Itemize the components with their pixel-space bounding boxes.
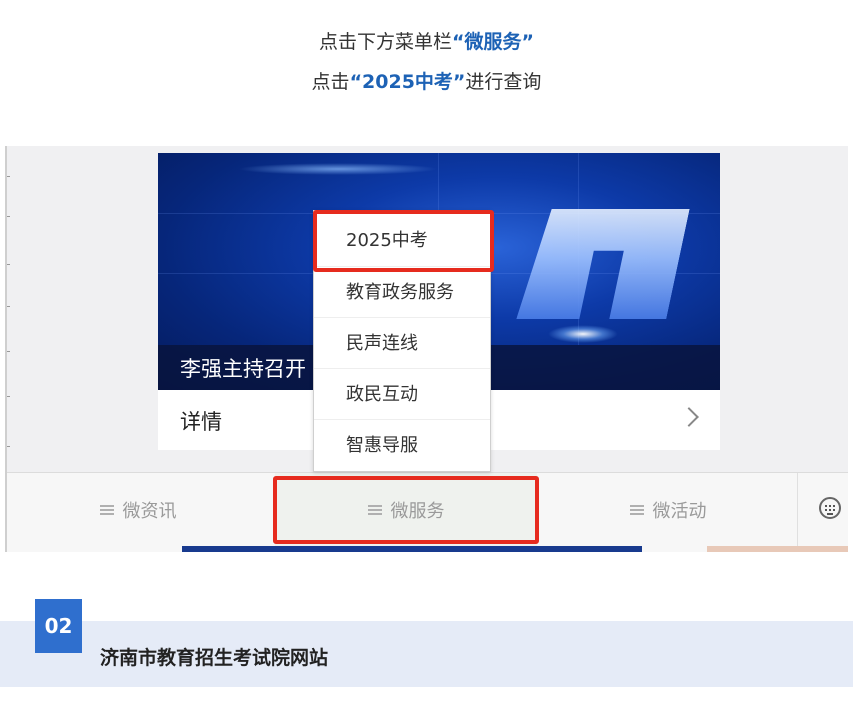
edge-marks [7,146,11,476]
instruction-1-highlight: “微服务” [452,31,534,53]
menu-lines-icon [99,505,114,515]
menu-item-weihuodong[interactable]: 微活动 [537,473,799,547]
banner-graphic [516,209,689,319]
instruction-2-prefix: 点击 [311,71,350,93]
menu-item-label: 微资讯 [122,501,177,522]
content-peek [7,546,848,552]
chevron-right-icon [679,407,699,427]
instruction-2-highlight: “2025中考” [349,71,466,93]
submenu-item-interaction[interactable]: 政民互动 [314,368,490,419]
menu-item-weizixun[interactable]: 微资讯 [7,473,269,547]
keyboard-icon[interactable] [819,497,841,519]
instruction-line-1: 点击下方菜单栏“微服务” [0,27,853,54]
detail-label: 详情 [180,410,222,434]
menu-item-label: 微活动 [652,501,707,522]
submenu-item-public-voice[interactable]: 民声连线 [314,317,490,368]
banner-glow [238,163,438,175]
banner-light-flare [548,325,618,343]
menu-lines-icon [629,505,644,515]
submenu-item-education-services[interactable]: 教育政务服务 [314,266,490,317]
instruction-1-text: 点击下方菜单栏 [319,31,453,53]
section-title: 济南市教育招生考试院网站 [100,647,329,669]
highlight-box-zhongkao [313,210,494,272]
submenu-item-smart-guide[interactable]: 智惠导服 [314,419,490,470]
instruction-2-suffix: 进行查询 [465,71,542,93]
banner-caption: 李强主持召开 [180,357,306,381]
wechat-screenshot: 李强主持召开 详情 微资讯 微服务 微活动 2025中考 教育政务服务 民声连线… [5,146,848,552]
section-number-badge: 02 [35,599,82,653]
instruction-line-2: 点击“2025中考”进行查询 [0,67,853,94]
menu-divider [797,473,798,547]
highlight-box-weifuwu [273,476,539,544]
